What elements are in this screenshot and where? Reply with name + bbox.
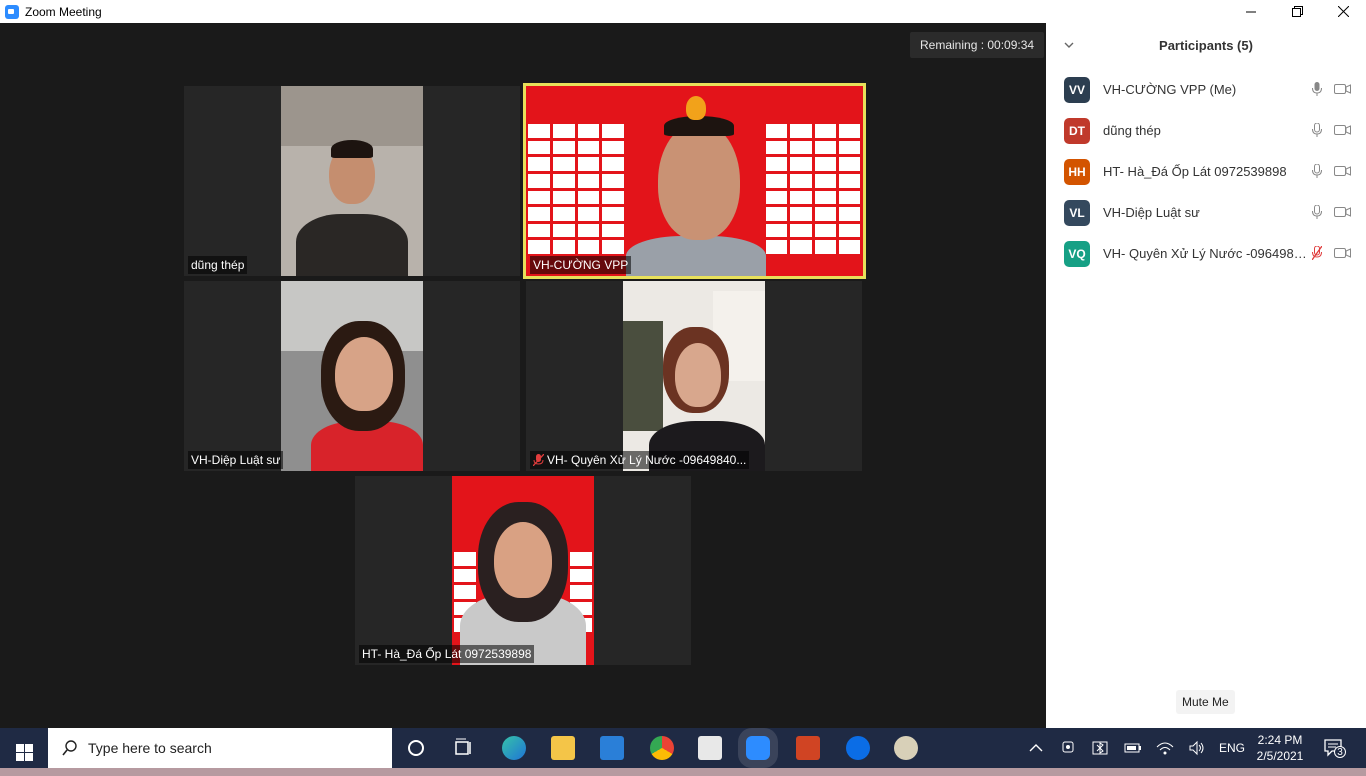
- participant-name: VH-CƯỜNG VPP (Me): [1103, 82, 1237, 97]
- participant-name-tag: VH-Diệp Luật sư: [188, 451, 284, 469]
- participant-name: VH- Quyên Xử Lý Nước -0964984...: [1103, 246, 1308, 261]
- participant-name: HT- Hà_Đá Ốp Lát 0972539898: [1103, 164, 1287, 179]
- participant-name-tag: dũng thép: [188, 256, 248, 274]
- video-camera-icon[interactable]: [1334, 166, 1351, 176]
- participant-name: dũng thép: [1103, 123, 1161, 138]
- cortana-icon[interactable]: [404, 736, 428, 760]
- mute-me-button[interactable]: Mute Me: [1176, 690, 1235, 714]
- task-view-icon[interactable]: [452, 736, 476, 760]
- chevron-down-icon[interactable]: [1064, 38, 1074, 52]
- avatar: VQ: [1064, 240, 1090, 267]
- avatar: DT: [1064, 117, 1090, 144]
- video-tile-ha-da-op-lat[interactable]: HT- Hà_Đá Ốp Lát 0972539898: [355, 476, 691, 665]
- participants-panel: Participants (5) VV VH-CƯỜNG VPP (Me) DT…: [1046, 23, 1366, 728]
- taskbar-search-box[interactable]: Type here to search: [48, 728, 392, 768]
- notification-badge: 3: [1334, 746, 1346, 758]
- microphone-icon[interactable]: [1312, 82, 1322, 96]
- participant-video: [281, 86, 423, 276]
- close-icon: [1337, 6, 1349, 17]
- close-button[interactable]: [1320, 0, 1366, 23]
- participant-video: [623, 281, 765, 471]
- muted-mic-icon: [533, 454, 544, 466]
- participant-name-tag: VH- Quyên Xử Lý Nước -09649840...: [530, 451, 750, 469]
- title-bar: Zoom Meeting: [0, 0, 1366, 23]
- microphone-icon[interactable]: [1312, 123, 1322, 137]
- video-tile-diep-luat-su[interactable]: VH-Diệp Luật sư: [184, 281, 520, 471]
- participant-name-tag: VH-CƯỜNG VPP: [530, 256, 632, 274]
- participant-video: [526, 86, 863, 276]
- microphone-icon[interactable]: [1312, 164, 1322, 178]
- desktop-strip: [0, 768, 1366, 776]
- start-button[interactable]: [0, 732, 48, 772]
- microphone-icon[interactable]: [1312, 205, 1322, 219]
- bluetooth-tray-icon[interactable]: [1092, 740, 1116, 764]
- search-icon: [62, 740, 77, 756]
- remaining-timer: Remaining : 00:09:34: [910, 32, 1045, 58]
- meeting-area: Remaining : 00:09:34 dũng thép VH-CƯỜNG …: [0, 23, 1046, 728]
- avatar: HH: [1064, 158, 1090, 185]
- participant-row[interactable]: VV VH-CƯỜNG VPP (Me): [1046, 69, 1366, 110]
- paint-icon[interactable]: [894, 736, 918, 760]
- window-title: Zoom Meeting: [25, 4, 102, 19]
- participant-name: VH-Diệp Luật sư: [1103, 205, 1200, 220]
- powerpoint-icon[interactable]: [796, 736, 820, 760]
- chrome-icon[interactable]: [650, 736, 674, 760]
- participant-row[interactable]: VQ VH- Quyên Xử Lý Nước -0964984...: [1046, 233, 1366, 274]
- wifi-icon[interactable]: [1156, 740, 1180, 764]
- taskbar-clock[interactable]: 2:24 PM 2/5/2021: [1250, 732, 1310, 764]
- minimize-icon: [1246, 11, 1256, 12]
- restore-button[interactable]: [1274, 0, 1320, 23]
- muted-mic-icon[interactable]: [1312, 246, 1322, 260]
- search-placeholder: Type here to search: [88, 740, 212, 756]
- avatar: VV: [1064, 76, 1090, 103]
- participant-video: [452, 476, 594, 665]
- volume-icon[interactable]: [1188, 740, 1212, 764]
- participant-name-tag: HT- Hà_Đá Ốp Lát 0972539898: [359, 645, 535, 663]
- participant-row[interactable]: VL VH-Diệp Luật sư: [1046, 192, 1366, 233]
- input-language-indicator[interactable]: ENG: [1219, 728, 1245, 768]
- participant-row[interactable]: HH HT- Hà_Đá Ốp Lát 0972539898: [1046, 151, 1366, 192]
- restore-icon: [1291, 6, 1303, 17]
- avatar: VL: [1064, 199, 1090, 226]
- webcam-tray-icon[interactable]: [1060, 740, 1084, 764]
- participants-list: VV VH-CƯỜNG VPP (Me) DT dũng thép HH HT-…: [1046, 69, 1366, 274]
- video-camera-icon[interactable]: [1334, 248, 1351, 258]
- chevron-up-icon[interactable]: [1028, 740, 1052, 764]
- battery-icon[interactable]: [1124, 740, 1148, 764]
- file-explorer-icon[interactable]: [551, 736, 575, 760]
- video-tile-cuong-vpp[interactable]: VH-CƯỜNG VPP: [523, 83, 866, 279]
- video-tile-quyen-xu-ly-nuoc[interactable]: VH- Quyên Xử Lý Nước -09649840...: [526, 281, 862, 471]
- zoom-icon[interactable]: [746, 736, 770, 760]
- participant-video: [281, 281, 423, 471]
- action-center-button[interactable]: 3: [1324, 738, 1346, 763]
- windows-logo-icon: [15, 743, 33, 761]
- zoom-app-icon: [5, 4, 19, 19]
- video-camera-icon[interactable]: [1334, 84, 1351, 94]
- mail-icon[interactable]: [600, 736, 624, 760]
- video-tile-dung-thep[interactable]: dũng thép: [184, 86, 520, 276]
- zalo-icon[interactable]: [846, 736, 870, 760]
- edge-browser-icon[interactable]: [502, 736, 526, 760]
- video-camera-icon[interactable]: [1334, 207, 1351, 217]
- participant-row[interactable]: DT dũng thép: [1046, 110, 1366, 151]
- minimize-button[interactable]: [1228, 0, 1274, 23]
- participants-header: Participants (5): [1046, 23, 1366, 67]
- microsoft-store-icon[interactable]: [698, 736, 722, 760]
- video-camera-icon[interactable]: [1334, 125, 1351, 135]
